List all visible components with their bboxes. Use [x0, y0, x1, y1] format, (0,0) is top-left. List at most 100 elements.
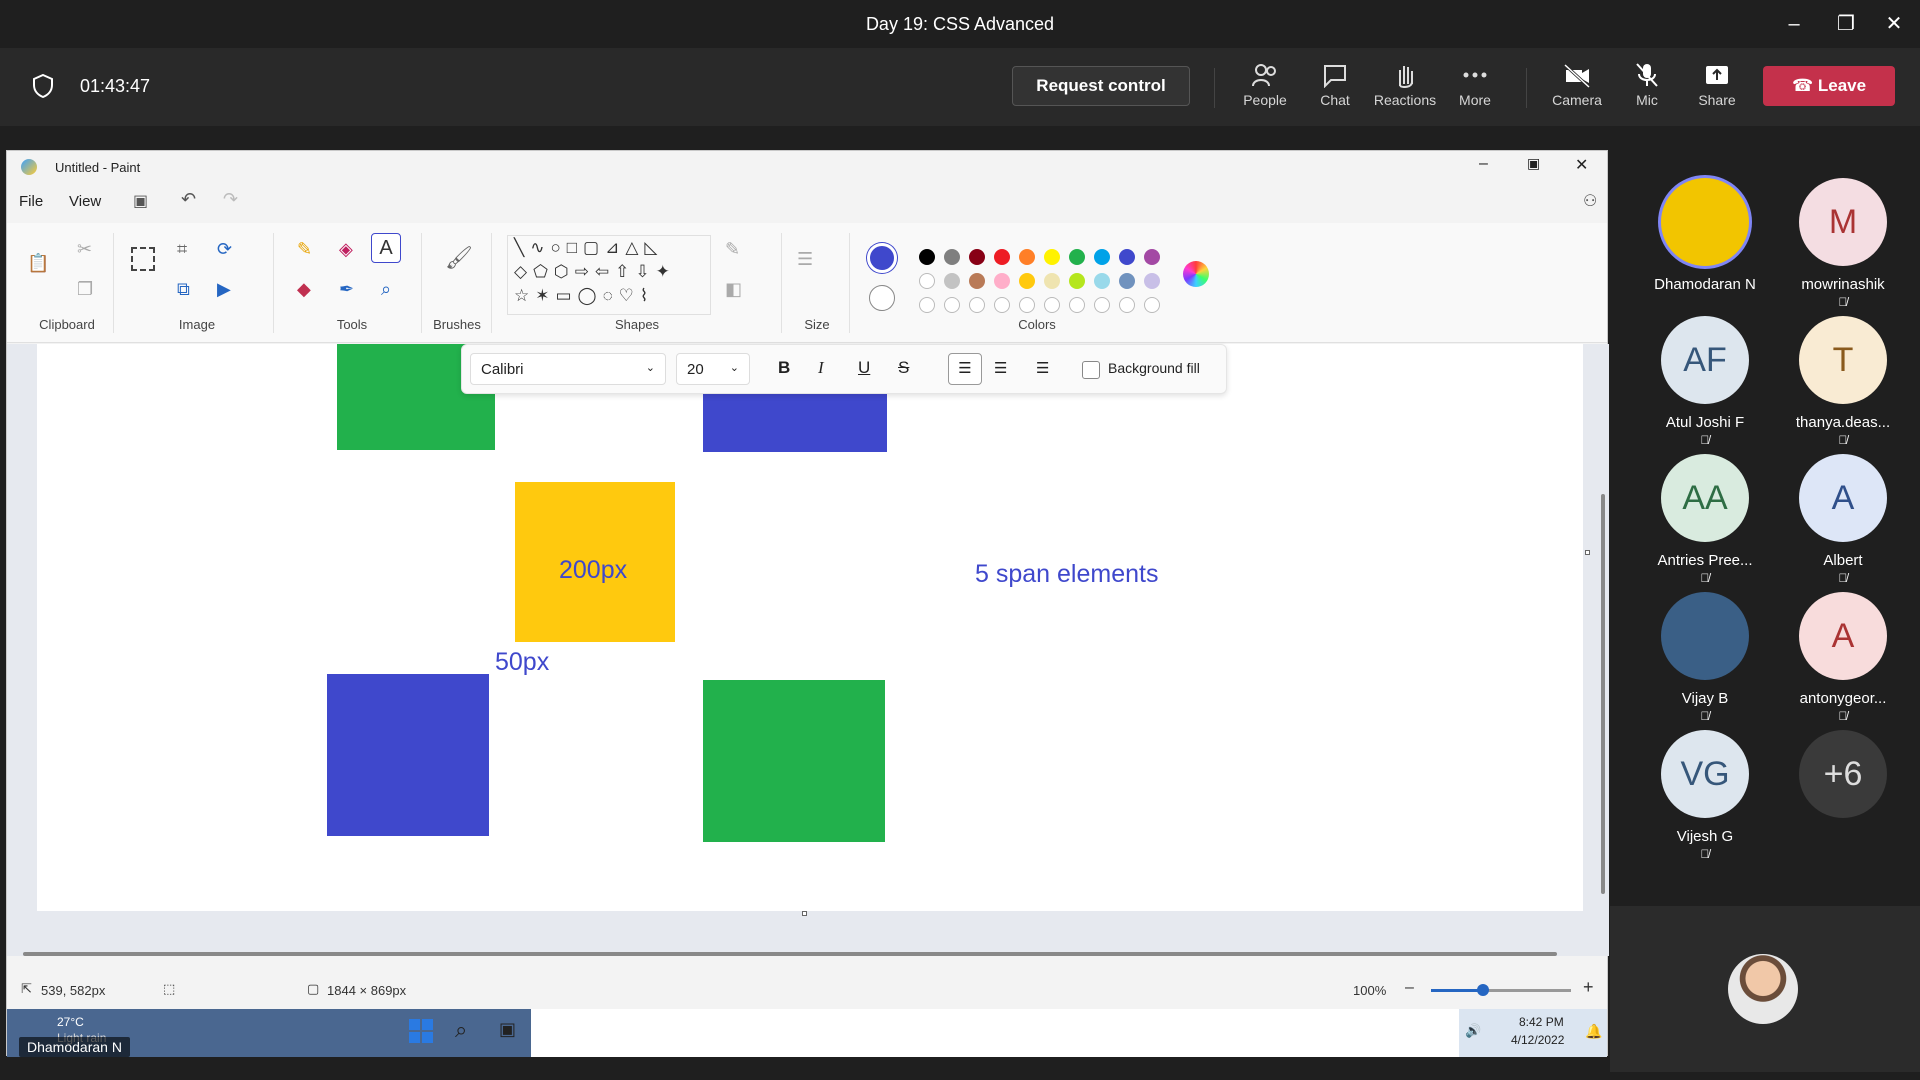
paint-close-icon[interactable]: ✕: [1575, 155, 1588, 175]
cut-icon[interactable]: ✂: [77, 239, 92, 260]
palette-swatch[interactable]: [1069, 297, 1085, 313]
copy-icon[interactable]: ❐: [77, 279, 93, 300]
flip-icon[interactable]: ▶: [217, 279, 231, 300]
zoom-in-icon[interactable]: +: [1583, 977, 1594, 998]
horizontal-scrollbar[interactable]: [23, 952, 1557, 956]
magnifier-icon[interactable]: ⌕: [381, 279, 391, 300]
palette-swatch[interactable]: [1019, 297, 1035, 313]
participant-name: antonygeor...: [1799, 690, 1887, 707]
paint-minimize-icon[interactable]: –: [1479, 155, 1488, 173]
request-control-button[interactable]: Request control: [1012, 66, 1190, 106]
outline-icon[interactable]: ✎: [725, 239, 740, 260]
brush-icon[interactable]: 🖌: [445, 245, 473, 271]
leave-button[interactable]: ☎ Leave: [1763, 66, 1895, 106]
palette-swatch[interactable]: [1069, 273, 1085, 289]
palette-swatch[interactable]: [1094, 297, 1110, 313]
palette-swatch[interactable]: [969, 297, 985, 313]
palette-swatch[interactable]: [1019, 273, 1035, 289]
strikethrough-icon[interactable]: S: [898, 358, 909, 378]
redo-icon[interactable]: ↷: [223, 189, 238, 210]
more-icon: [1463, 72, 1487, 78]
participant-name: thanya.deas...: [1795, 414, 1891, 431]
edit-colors-icon[interactable]: [1183, 261, 1209, 287]
eraser-icon[interactable]: ◆: [297, 279, 311, 300]
palette-swatch[interactable]: [969, 249, 985, 265]
paint-maximize-icon[interactable]: ▣: [1527, 155, 1540, 172]
volume-icon[interactable]: 🔊: [1465, 1023, 1481, 1039]
resize-handle-bottom[interactable]: [802, 911, 807, 916]
palette-swatch[interactable]: [944, 273, 960, 289]
menu-view[interactable]: View: [69, 193, 101, 210]
palette-swatch[interactable]: [1144, 249, 1160, 265]
select-icon[interactable]: [131, 247, 155, 271]
share-button[interactable]: Share: [1682, 62, 1752, 108]
crop-icon[interactable]: ⌗: [177, 239, 187, 260]
notification-icon[interactable]: 🔔: [1585, 1023, 1602, 1040]
pencil-icon[interactable]: ✎: [297, 239, 312, 260]
palette-swatch[interactable]: [919, 249, 935, 265]
palette-swatch[interactable]: [1019, 249, 1035, 265]
palette-swatch[interactable]: [1094, 273, 1110, 289]
palette-swatch[interactable]: [1144, 273, 1160, 289]
share-user-icon[interactable]: ⚇: [1583, 191, 1597, 211]
primary-color-swatch[interactable]: [867, 243, 897, 273]
save-icon[interactable]: ▣: [133, 191, 148, 211]
palette-swatch[interactable]: [944, 297, 960, 313]
secondary-color-swatch[interactable]: [869, 285, 895, 311]
paste-icon[interactable]: 📋: [27, 253, 49, 274]
resize-icon[interactable]: ⧉: [177, 279, 190, 300]
palette-swatch[interactable]: [944, 249, 960, 265]
palette-swatch[interactable]: [919, 297, 935, 313]
palette-swatch[interactable]: [1094, 249, 1110, 265]
search-icon[interactable]: ⌕: [455, 1017, 467, 1043]
palette-swatch[interactable]: [919, 273, 935, 289]
menu-file[interactable]: File: [19, 193, 43, 210]
bold-icon[interactable]: B: [778, 358, 790, 378]
more-button[interactable]: More: [1440, 62, 1510, 108]
undo-icon[interactable]: ↶: [181, 189, 196, 210]
zoom-out-icon[interactable]: –: [1405, 979, 1414, 997]
background-fill-checkbox[interactable]: [1082, 361, 1100, 379]
chat-button[interactable]: Chat: [1300, 62, 1370, 108]
camera-button[interactable]: Camera: [1542, 62, 1612, 108]
zoom-slider[interactable]: [1431, 984, 1571, 996]
reactions-button[interactable]: Reactions: [1370, 62, 1440, 108]
palette-swatch[interactable]: [969, 273, 985, 289]
close-icon[interactable]: ✕: [1880, 10, 1908, 38]
more-participants-button[interactable]: +6: [1768, 730, 1918, 818]
palette-swatch[interactable]: [1069, 249, 1085, 265]
shape-fill-icon[interactable]: ◧: [725, 279, 742, 300]
palette-swatch[interactable]: [994, 297, 1010, 313]
restore-icon[interactable]: ❐: [1832, 10, 1860, 38]
rotate-icon[interactable]: ⟳: [217, 239, 232, 260]
canvas[interactable]: 200px 5 span elements 50px Calibri ⌄ 20 …: [37, 344, 1590, 916]
resize-handle-right[interactable]: [1585, 550, 1590, 555]
color-picker-icon[interactable]: ✒: [339, 279, 354, 300]
minimize-icon[interactable]: –: [1780, 10, 1808, 38]
shapes-gallery[interactable]: ╲∿○□▢⊿△◺ ◇⬠⬡⇨⇦⇧⇩✦ ☆✶▭◯◌♡⌇: [507, 235, 711, 315]
mic-button[interactable]: Mic: [1612, 62, 1682, 108]
people-button[interactable]: People: [1230, 62, 1300, 108]
palette-swatch[interactable]: [994, 249, 1010, 265]
fill-icon[interactable]: ◈: [339, 239, 353, 260]
palette-swatch[interactable]: [1144, 297, 1160, 313]
align-center-icon[interactable]: ☰: [994, 359, 1007, 377]
palette-swatch[interactable]: [1119, 297, 1135, 313]
align-left-icon[interactable]: ☰: [948, 353, 982, 385]
text-tool-icon[interactable]: A: [371, 233, 401, 263]
size-icon[interactable]: ☰: [797, 249, 813, 270]
font-size-select[interactable]: 20 ⌄: [676, 353, 750, 385]
underline-icon[interactable]: U: [858, 358, 870, 378]
font-select[interactable]: Calibri ⌄: [470, 353, 666, 385]
palette-swatch[interactable]: [1044, 297, 1060, 313]
palette-swatch[interactable]: [1044, 273, 1060, 289]
windows-start-icon[interactable]: [409, 1019, 433, 1043]
palette-swatch[interactable]: [1119, 273, 1135, 289]
palette-swatch[interactable]: [1119, 249, 1135, 265]
italic-icon[interactable]: I: [818, 358, 824, 378]
palette-swatch[interactable]: [1044, 249, 1060, 265]
task-view-icon[interactable]: ▣: [499, 1019, 516, 1040]
align-right-icon[interactable]: ☰: [1036, 359, 1049, 377]
vertical-scrollbar[interactable]: [1601, 494, 1605, 894]
palette-swatch[interactable]: [994, 273, 1010, 289]
